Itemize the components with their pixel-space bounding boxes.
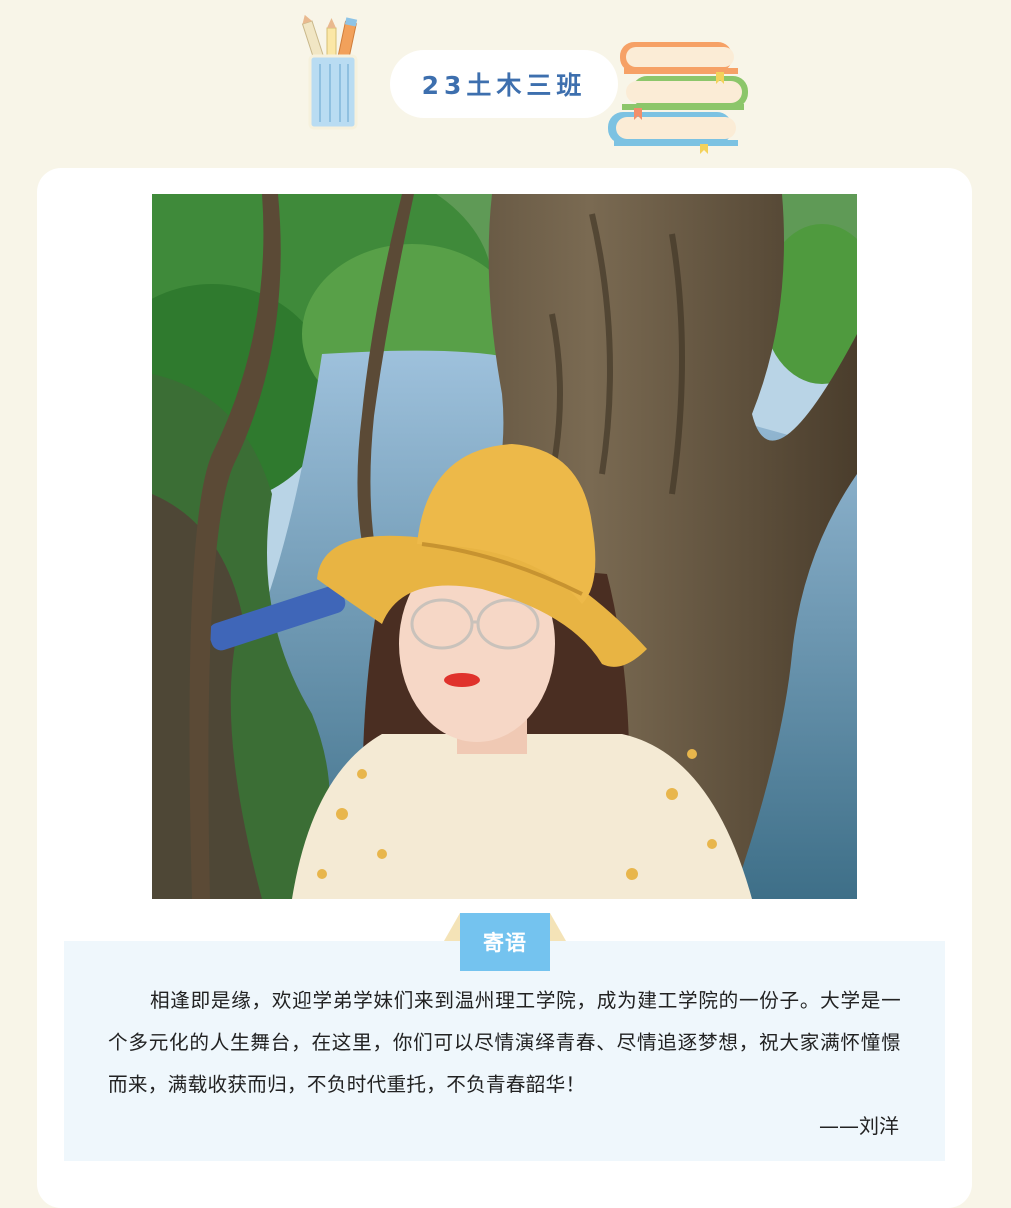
tag-ear-left <box>444 913 460 941</box>
book-stack-icon <box>608 42 748 154</box>
class-title-pill: 23土木三班 <box>390 50 618 118</box>
portrait-photo <box>152 194 857 899</box>
message-body: 相逢即是缘，欢迎学弟学妹们来到温州理工学院，成为建工学院的一份子。大学是一个多元… <box>108 989 901 1096</box>
message-tag: 寄语 <box>444 913 566 971</box>
page-header: 23土木三班 <box>0 0 1011 160</box>
message-tag-label: 寄语 <box>460 913 550 971</box>
pencil-cup-icon <box>301 14 358 130</box>
class-title: 23土木三班 <box>421 71 587 100</box>
tag-ear-right <box>550 913 566 941</box>
message-signature: ——刘洋 <box>819 1114 899 1138</box>
